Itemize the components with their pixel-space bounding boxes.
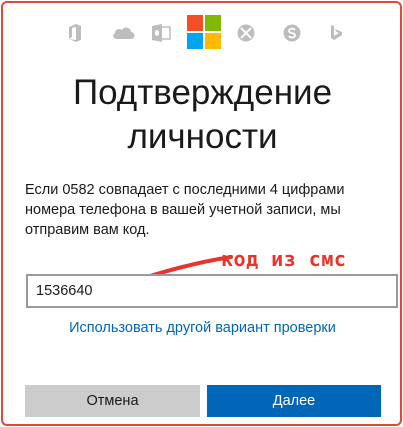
- title-line-1: Подтверждение: [72, 73, 333, 112]
- outlook-icon: [151, 23, 171, 43]
- product-icon-bar: [3, 13, 400, 49]
- instruction-line-3: отправим вам код.: [25, 222, 150, 238]
- instruction-line-2: номера телефона в вашей учетной записи, …: [25, 202, 341, 218]
- office-icon: [65, 23, 85, 43]
- alternate-verification-link[interactable]: Использовать другой вариант проверки: [3, 320, 400, 336]
- onedrive-icon: [111, 23, 137, 43]
- sms-code-annotation: код из смс: [221, 247, 347, 271]
- instruction-line-1: Если 0582 совпадает с последними 4 цифра…: [25, 182, 345, 198]
- page-title: Подтверждение личности: [3, 71, 400, 159]
- skype-icon: [282, 23, 302, 43]
- xbox-icon: [236, 23, 256, 43]
- bing-icon: [325, 23, 345, 43]
- verify-identity-dialog: Подтверждение личности Если 0582 совпада…: [1, 1, 402, 426]
- instruction-text: Если 0582 совпадает с последними 4 цифра…: [25, 180, 385, 240]
- cancel-button[interactable]: Отмена: [25, 385, 200, 417]
- next-button[interactable]: Далее: [207, 385, 381, 417]
- sms-code-input[interactable]: [26, 274, 398, 308]
- title-line-2: личности: [127, 117, 278, 156]
- microsoft-logo: [187, 15, 221, 49]
